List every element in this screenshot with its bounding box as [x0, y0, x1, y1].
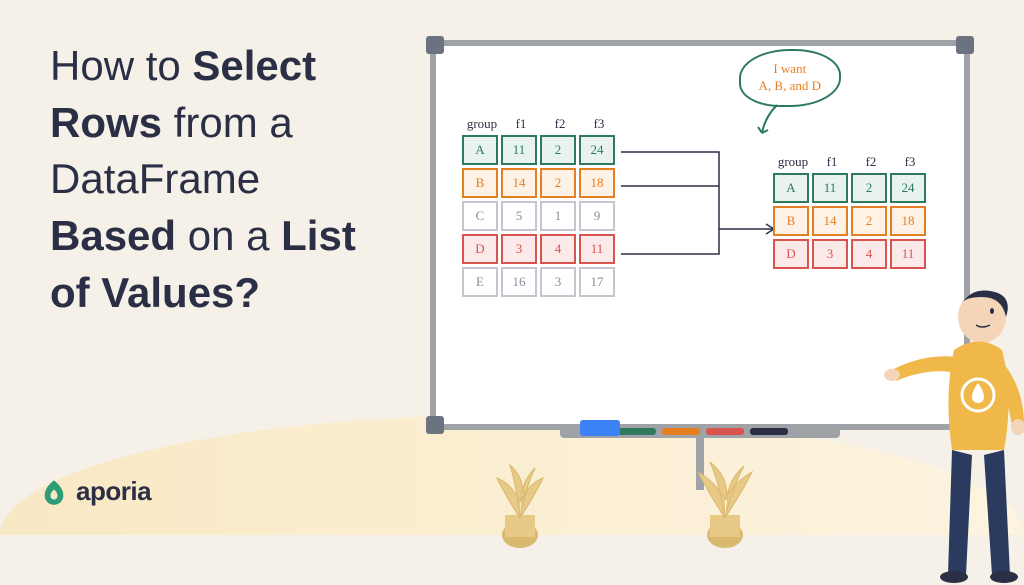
table-cell: D	[773, 239, 809, 269]
table-cell: B	[773, 206, 809, 236]
column-header: f3	[892, 154, 928, 170]
column-header: group	[775, 154, 811, 170]
table-cell: 3	[812, 239, 848, 269]
plant-icon	[680, 440, 770, 550]
marker-icon	[662, 428, 700, 435]
table-cell: 2	[851, 173, 887, 203]
table-cell: 14	[812, 206, 848, 236]
table-cell: 11	[579, 234, 615, 264]
corner-icon	[956, 36, 974, 54]
table-cell: 4	[540, 234, 576, 264]
table-row: A11224	[462, 135, 617, 165]
column-header: f2	[853, 154, 889, 170]
column-header: group	[464, 116, 500, 132]
table-cell: 17	[579, 267, 615, 297]
table-cell: D	[462, 234, 498, 264]
column-header: f1	[814, 154, 850, 170]
table-cell: 3	[540, 267, 576, 297]
table-row: B14218	[462, 168, 617, 198]
bubble-text: I want	[773, 61, 806, 76]
table-cell: 2	[851, 206, 887, 236]
table-cell: 24	[890, 173, 926, 203]
column-header: f3	[581, 116, 617, 132]
corner-icon	[426, 416, 444, 434]
table-cell: 24	[579, 135, 615, 165]
table-cell: 18	[579, 168, 615, 198]
table-cell: 18	[890, 206, 926, 236]
plant-icon	[475, 440, 565, 550]
page-title: How to Select Rows from a DataFrame Base…	[50, 38, 390, 321]
brand-logo: aporia	[40, 476, 151, 507]
source-table: groupf1f2f3 A11224B14218C519D3411E16317	[462, 116, 617, 300]
table-cell: 2	[540, 135, 576, 165]
table-cell: 4	[851, 239, 887, 269]
table-row: B14218	[773, 206, 928, 236]
table-row: D3411	[462, 234, 617, 264]
table-cell: 3	[501, 234, 537, 264]
eraser-icon	[580, 420, 620, 436]
result-table: groupf1f2f3 A11224B14218D3411	[773, 154, 928, 272]
table-cell: 11	[501, 135, 537, 165]
aporia-icon	[40, 478, 68, 506]
table-cell: 9	[579, 201, 615, 231]
table-row: D3411	[773, 239, 928, 269]
marker-icon	[618, 428, 656, 435]
table-cell: A	[773, 173, 809, 203]
table-cell: E	[462, 267, 498, 297]
table-cell: 1	[540, 201, 576, 231]
table-cell: 5	[501, 201, 537, 231]
table-cell: 14	[501, 168, 537, 198]
column-header: f2	[542, 116, 578, 132]
person-illustration	[874, 275, 1024, 585]
table-row: C519	[462, 201, 617, 231]
table-cell: 11	[812, 173, 848, 203]
marker-tray	[560, 424, 840, 438]
bubble-text: A, B, and D	[759, 78, 821, 93]
filter-arrow-icon	[619, 134, 794, 334]
table-cell: C	[462, 201, 498, 231]
column-header: f1	[503, 116, 539, 132]
table-cell: B	[462, 168, 498, 198]
table-cell: A	[462, 135, 498, 165]
speech-bubble: I want A, B, and D	[739, 49, 841, 107]
table-row: A11224	[773, 173, 928, 203]
marker-icon	[706, 428, 744, 435]
table-cell: 2	[540, 168, 576, 198]
marker-icon	[750, 428, 788, 435]
table-cell: 16	[501, 267, 537, 297]
corner-icon	[426, 36, 444, 54]
brand-name: aporia	[76, 476, 151, 507]
table-row: E16317	[462, 267, 617, 297]
table-cell: 11	[890, 239, 926, 269]
